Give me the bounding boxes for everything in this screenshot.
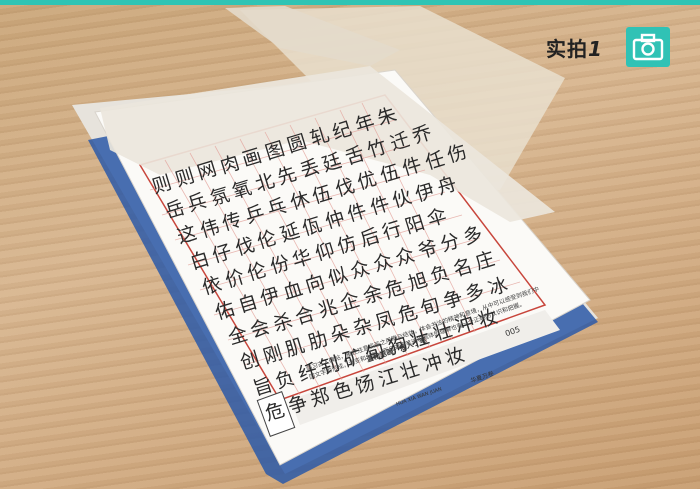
- photo-badge: 实拍1: [540, 27, 672, 67]
- badge-number: 1: [588, 37, 603, 61]
- badge-label-wrap: 实拍1: [546, 33, 603, 62]
- camera-icon: [626, 27, 670, 67]
- badge-label: 实拍: [546, 37, 588, 61]
